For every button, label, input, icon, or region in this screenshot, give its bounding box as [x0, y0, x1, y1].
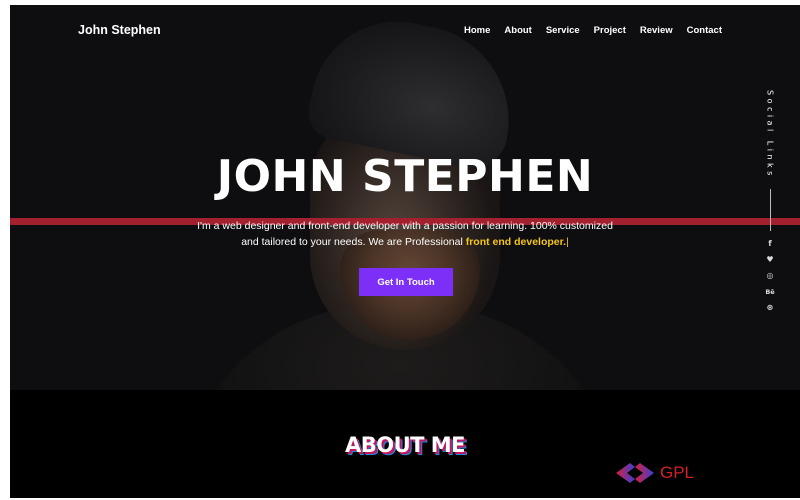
- get-in-touch-button[interactable]: Get In Touch: [359, 268, 453, 296]
- nav-review[interactable]: Review: [640, 25, 673, 36]
- nav-about[interactable]: About: [504, 25, 531, 36]
- behance-icon[interactable]: Bē: [765, 287, 775, 297]
- social-divider: [769, 188, 771, 231]
- instagram-icon[interactable]: ◎: [765, 271, 775, 281]
- hero-description-line2: and tailored to your needs. We are Profe…: [241, 236, 463, 248]
- typing-cursor: |: [566, 236, 569, 248]
- about-title: ABOUT ME: [344, 433, 466, 457]
- hero-description: I'm a web designer and front-end develop…: [160, 218, 650, 250]
- about-section: ABOUT ME GPL: [10, 390, 800, 498]
- typed-highlight: front end developer.: [465, 236, 567, 248]
- hero-description-line1: I'm a web designer and front-end develop…: [197, 220, 613, 232]
- gpl-watermark: GPL: [616, 462, 694, 484]
- nav-contact[interactable]: Contact: [687, 25, 722, 36]
- main-nav: Home About Service Project Review Contac…: [464, 25, 722, 36]
- gpl-text: GPL: [660, 463, 695, 482]
- brand-logo[interactable]: John Stephen: [78, 23, 161, 37]
- nav-project[interactable]: Project: [594, 25, 626, 36]
- dribbble-icon[interactable]: ⊛: [765, 303, 775, 313]
- twitter-icon[interactable]: ♥: [765, 255, 775, 265]
- social-icons: f ♥ ◎ Bē ⊛: [765, 239, 775, 313]
- nav-service[interactable]: Service: [546, 25, 580, 36]
- social-links-bar: Social Links f ♥ ◎ Bē ⊛: [762, 90, 778, 313]
- nav-home[interactable]: Home: [464, 25, 490, 36]
- hero-section: John Stephen Home About Service Project …: [10, 5, 800, 390]
- hero-title: JOHN STEPHEN: [216, 151, 594, 202]
- page-frame: John Stephen Home About Service Project …: [10, 5, 800, 498]
- facebook-icon[interactable]: f: [765, 239, 775, 249]
- gpl-logo-icon: [616, 463, 654, 483]
- social-links-label: Social Links: [765, 90, 775, 179]
